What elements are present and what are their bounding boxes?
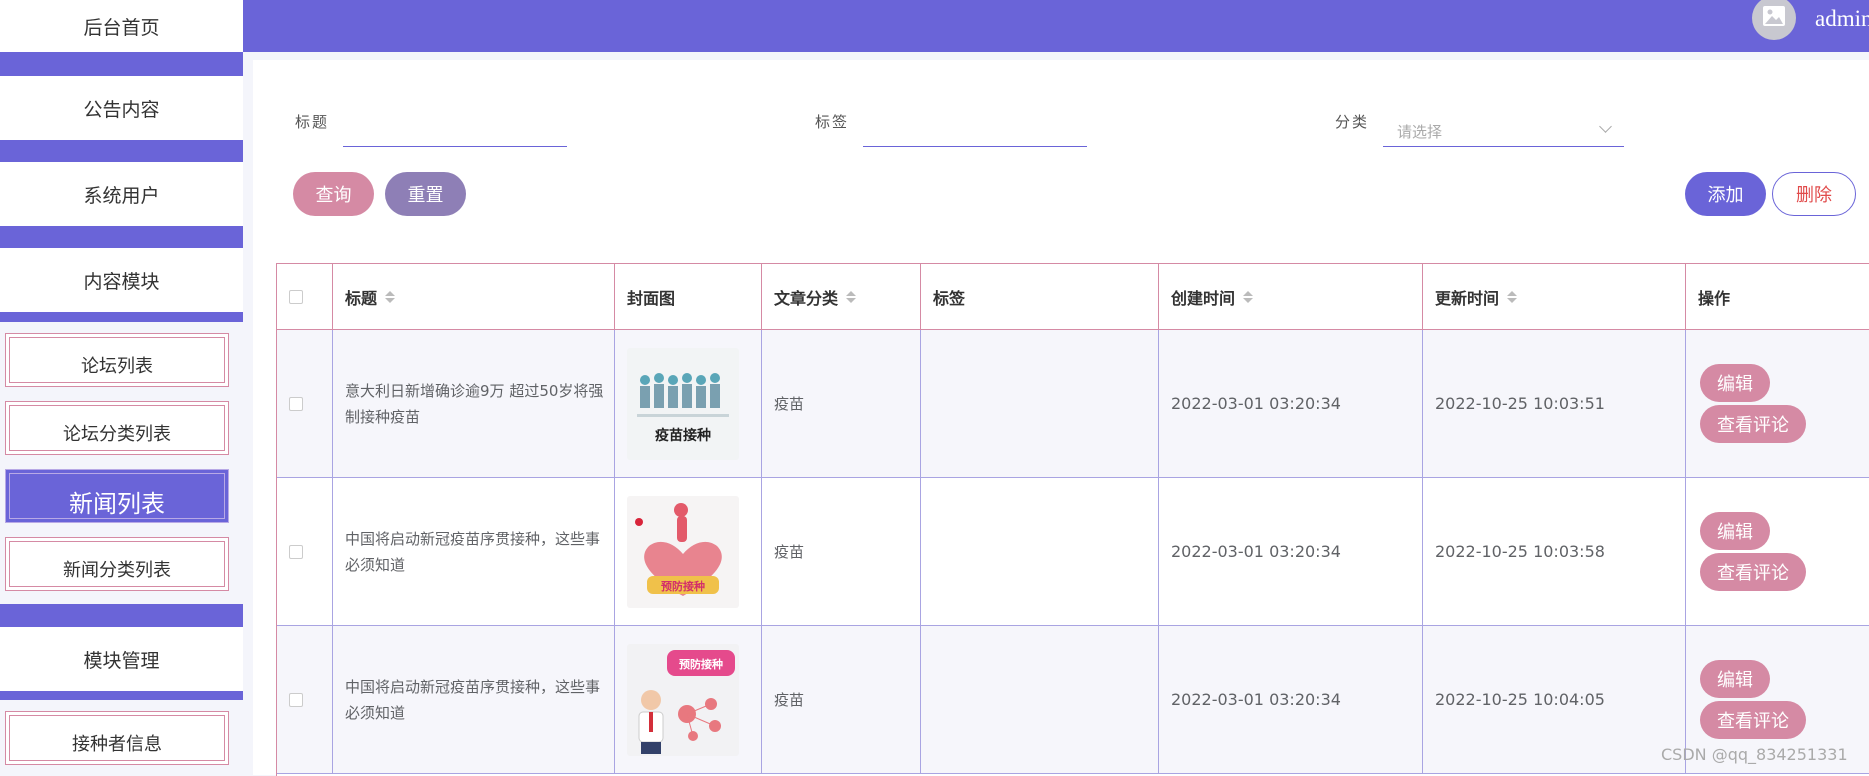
column-header-title[interactable]: 标题 bbox=[333, 264, 615, 330]
column-header-tag: 标签 bbox=[921, 264, 1159, 330]
row-cover: 预防接种 bbox=[615, 478, 762, 626]
sidebar-item-label: 新闻列表 bbox=[69, 489, 165, 518]
column-header-cover: 封面图 bbox=[615, 264, 762, 330]
sidebar-item-label: 公告内容 bbox=[83, 98, 160, 121]
header-checkbox-cell bbox=[277, 264, 333, 330]
row-cover: 预防接种 bbox=[615, 626, 762, 774]
row-category: 疫苗 bbox=[762, 626, 921, 774]
edit-button[interactable]: 编辑 bbox=[1700, 660, 1770, 698]
sidebar-item-label: 后台首页 bbox=[83, 16, 160, 39]
row-title: 中国将启动新冠疫苗序贯接种，这些事必须知道 bbox=[333, 478, 615, 626]
row-checkbox[interactable] bbox=[289, 544, 303, 559]
sidebar-item-forum-list[interactable]: 论坛列表 bbox=[5, 333, 229, 387]
row-actions: 编辑 查看评论 bbox=[1686, 478, 1869, 626]
column-header-label: 标签 bbox=[933, 288, 966, 308]
row-checkbox[interactable] bbox=[289, 396, 303, 411]
sidebar-item-label: 论坛列表 bbox=[81, 356, 153, 377]
cover-image: 预防接种 bbox=[627, 495, 739, 608]
table-row: 意大利日新增确诊逾9万 超过50岁将强制接种疫苗 疫苗接种 疫苗 2022-03… bbox=[277, 330, 1869, 478]
svg-text:预防接种: 预防接种 bbox=[661, 579, 705, 593]
row-category: 疫苗 bbox=[762, 330, 921, 478]
row-category: 疫苗 bbox=[762, 478, 921, 626]
image-icon bbox=[1762, 5, 1786, 31]
sidebar-item-label: 模块管理 bbox=[83, 649, 160, 672]
query-button[interactable]: 查询 bbox=[293, 172, 374, 216]
view-comments-button[interactable]: 查看评论 bbox=[1700, 405, 1806, 443]
sort-icon[interactable] bbox=[385, 290, 396, 303]
view-comments-button[interactable]: 查看评论 bbox=[1700, 701, 1806, 739]
cover-image: 疫苗接种 bbox=[627, 347, 739, 460]
view-comments-button[interactable]: 查看评论 bbox=[1700, 553, 1806, 591]
row-created-time: 2022-03-01 03:20:34 bbox=[1159, 626, 1423, 774]
sidebar-item-news-list[interactable]: 新闻列表 bbox=[5, 469, 229, 523]
sidebar-item-forum-category-list[interactable]: 论坛分类列表 bbox=[5, 401, 229, 455]
top-header bbox=[243, 0, 1869, 52]
edit-button[interactable]: 编辑 bbox=[1700, 512, 1770, 550]
row-tag bbox=[921, 626, 1159, 774]
sidebar-item-content-module[interactable]: 内容模块 bbox=[0, 248, 243, 312]
svg-text:疫苗接种: 疫苗接种 bbox=[655, 427, 711, 444]
column-header-label: 操作 bbox=[1698, 288, 1731, 308]
category-filter-label: 分类 bbox=[1335, 113, 1370, 131]
row-tag bbox=[921, 478, 1159, 626]
sidebar: 后台首页 公告内容 系统用户 内容模块 论坛列表 论坛分类列表 新闻列表 新闻分… bbox=[0, 0, 243, 775]
title-filter-input[interactable] bbox=[343, 118, 567, 147]
sort-icon[interactable] bbox=[1243, 290, 1254, 303]
sidebar-item-label: 系统用户 bbox=[83, 184, 160, 207]
table-row: 中国将启动新冠疫苗序贯接种，这些事必须知道 预防接种 疫苗 2022-03-01… bbox=[277, 478, 1869, 626]
chevron-down-icon bbox=[1599, 120, 1612, 133]
row-checkbox-cell bbox=[277, 626, 333, 774]
tag-filter-input[interactable] bbox=[863, 118, 1087, 147]
news-table: 标题 封面图 文章分类 标签 创建时间 更新时间 操作 意大利日新增确诊逾9万 … bbox=[276, 263, 1869, 776]
column-header-actions: 操作 bbox=[1686, 264, 1869, 330]
column-header-label: 标题 bbox=[345, 288, 378, 308]
sidebar-item-module-manage[interactable]: 模块管理 bbox=[0, 627, 243, 691]
sidebar-item-label: 论坛分类列表 bbox=[63, 424, 171, 445]
row-actions: 编辑 查看评论 bbox=[1686, 330, 1869, 478]
category-select-placeholder: 请选择 bbox=[1397, 123, 1443, 141]
column-header-label: 文章分类 bbox=[774, 288, 839, 308]
column-header-updated[interactable]: 更新时间 bbox=[1423, 264, 1686, 330]
row-cover: 疫苗接种 bbox=[615, 330, 762, 478]
row-checkbox-cell bbox=[277, 330, 333, 478]
column-header-created[interactable]: 创建时间 bbox=[1159, 264, 1423, 330]
sort-icon[interactable] bbox=[1507, 290, 1518, 303]
row-created-time: 2022-03-01 03:20:34 bbox=[1159, 330, 1423, 478]
sidebar-item-label: 内容模块 bbox=[83, 270, 160, 293]
row-created-time: 2022-03-01 03:20:34 bbox=[1159, 478, 1423, 626]
column-header-category[interactable]: 文章分类 bbox=[762, 264, 921, 330]
edit-button[interactable]: 编辑 bbox=[1700, 364, 1770, 402]
reset-button[interactable]: 重置 bbox=[385, 172, 466, 216]
sidebar-item-system-user[interactable]: 系统用户 bbox=[0, 162, 243, 226]
row-updated-time: 2022-10-25 10:03:51 bbox=[1423, 330, 1686, 478]
column-header-label: 封面图 bbox=[627, 288, 676, 308]
sidebar-item-label: 接种者信息 bbox=[72, 734, 162, 755]
sidebar-item-home[interactable]: 后台首页 bbox=[0, 0, 243, 52]
cover-image: 预防接种 bbox=[627, 643, 739, 756]
category-select[interactable]: 请选择 bbox=[1383, 118, 1624, 147]
watermark: CSDN @qq_834251331 bbox=[1661, 745, 1848, 764]
sidebar-item-news-category-list[interactable]: 新闻分类列表 bbox=[5, 537, 229, 591]
title-filter-label: 标题 bbox=[295, 113, 330, 131]
row-updated-time: 2022-10-25 10:03:58 bbox=[1423, 478, 1686, 626]
row-title: 意大利日新增确诊逾9万 超过50岁将强制接种疫苗 bbox=[333, 330, 615, 478]
row-checkbox-cell bbox=[277, 478, 333, 626]
sort-icon[interactable] bbox=[846, 290, 857, 303]
svg-text:预防接种: 预防接种 bbox=[679, 657, 723, 671]
select-all-checkbox[interactable] bbox=[289, 289, 303, 304]
column-header-label: 创建时间 bbox=[1171, 288, 1236, 308]
username[interactable]: admin bbox=[1815, 6, 1869, 32]
row-updated-time: 2022-10-25 10:04:05 bbox=[1423, 626, 1686, 774]
row-checkbox[interactable] bbox=[289, 692, 303, 707]
table-row: 中国将启动新冠疫苗序贯接种，这些事必须知道 预防接种 疫苗 2022-03-01… bbox=[277, 626, 1869, 774]
tag-filter-label: 标签 bbox=[815, 113, 850, 131]
sidebar-item-notice[interactable]: 公告内容 bbox=[0, 76, 243, 140]
column-header-label: 更新时间 bbox=[1435, 288, 1500, 308]
row-title: 中国将启动新冠疫苗序贯接种，这些事必须知道 bbox=[333, 626, 615, 774]
delete-button[interactable]: 删除 bbox=[1772, 172, 1856, 216]
sidebar-item-label: 新闻分类列表 bbox=[63, 560, 171, 581]
sidebar-item-vaccinee-info[interactable]: 接种者信息 bbox=[5, 711, 229, 765]
add-button[interactable]: 添加 bbox=[1685, 172, 1766, 216]
row-tag bbox=[921, 330, 1159, 478]
